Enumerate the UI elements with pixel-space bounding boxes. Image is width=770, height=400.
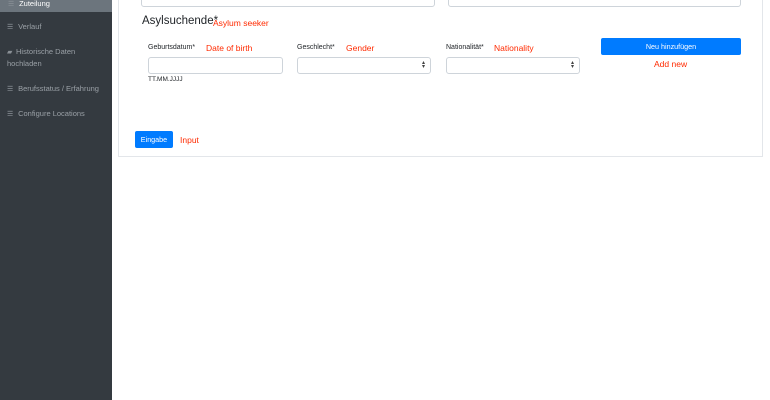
submit-button[interactable]: Eingabe bbox=[135, 131, 173, 148]
nationality-select[interactable]: ▴ ▾ bbox=[446, 57, 580, 74]
sidebar-item-label: Verlauf bbox=[18, 22, 42, 31]
top-input-right[interactable] bbox=[448, 0, 741, 7]
dob-label: Geburtsdatum* bbox=[148, 44, 196, 51]
gender-annotation: Gender bbox=[346, 43, 375, 53]
list-icon: ☰ bbox=[7, 111, 14, 118]
select-arrows-icon: ▴ ▾ bbox=[421, 60, 425, 70]
sidebar-item-zuteilung[interactable]: ☰ Zuteilung bbox=[0, 0, 112, 12]
sidebar-item-verlauf[interactable]: ☰ Verlauf bbox=[7, 21, 107, 33]
sidebar-item-configure-locations[interactable]: ☰ Configure Locations bbox=[7, 108, 107, 120]
sidebar-item-label: Zuteilung bbox=[19, 0, 50, 8]
sidebar-item-historische-daten[interactable]: ▰ Historische Daten hochladen bbox=[7, 46, 107, 69]
list-icon: ☰ bbox=[7, 86, 14, 93]
select-arrows-icon: ▴ ▾ bbox=[570, 60, 574, 70]
list-icon: ☰ bbox=[8, 1, 15, 8]
add-new-annotation: Add new bbox=[654, 59, 688, 69]
add-new-button[interactable]: Neu hinzufügen bbox=[601, 38, 741, 55]
dob-input[interactable] bbox=[148, 57, 283, 74]
dob-annotation: Date of birth bbox=[206, 43, 253, 53]
nationality-annotation: Nationality bbox=[494, 43, 534, 53]
section-annotation: Asylum seeker bbox=[213, 17, 269, 28]
gender-select[interactable]: ▴ ▾ bbox=[297, 57, 431, 74]
nationality-label: Nationalität* bbox=[446, 44, 484, 51]
upload-icon: ▰ bbox=[7, 49, 13, 56]
submit-annotation: Input bbox=[180, 135, 199, 145]
sidebar-item-label: Berufsstatus / Erfahrung bbox=[18, 84, 99, 93]
list-icon: ☰ bbox=[7, 24, 14, 31]
section-title: Asylsuchende* bbox=[142, 15, 219, 27]
dob-format-hint: TT.MM.JJJJ bbox=[148, 76, 183, 83]
sidebar-item-label: Configure Locations bbox=[18, 109, 85, 118]
sidebar-item-label: Historische Daten hochladen bbox=[7, 47, 76, 68]
sidebar-item-berufsstatus[interactable]: ☰ Berufsstatus / Erfahrung bbox=[7, 83, 107, 95]
sidebar: ☰ Zuteilung ☰ Verlauf ▰ Historische Daten… bbox=[0, 0, 112, 400]
top-input-left[interactable] bbox=[141, 0, 435, 7]
gender-label: Geschlecht* bbox=[297, 44, 335, 51]
